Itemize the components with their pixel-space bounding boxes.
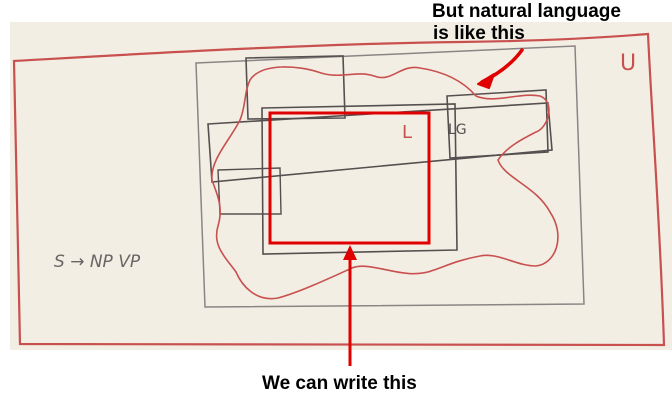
natural-language-caption-line2: is like this: [433, 23, 525, 44]
whiteboard-surface: [10, 22, 672, 350]
natural-language-caption-line1: But natural language: [432, 1, 621, 22]
we-can-write-caption: We can write this: [262, 373, 417, 394]
natural-language-caption: But natural language is like this: [432, 1, 621, 45]
label-U: U: [620, 51, 636, 76]
whiteboard-drawing: S → NP VP L LG U: [0, 0, 672, 401]
label-LG: LG: [448, 122, 467, 138]
label-L: L: [402, 122, 412, 143]
handwritten-formula: S → NP VP: [54, 252, 141, 272]
